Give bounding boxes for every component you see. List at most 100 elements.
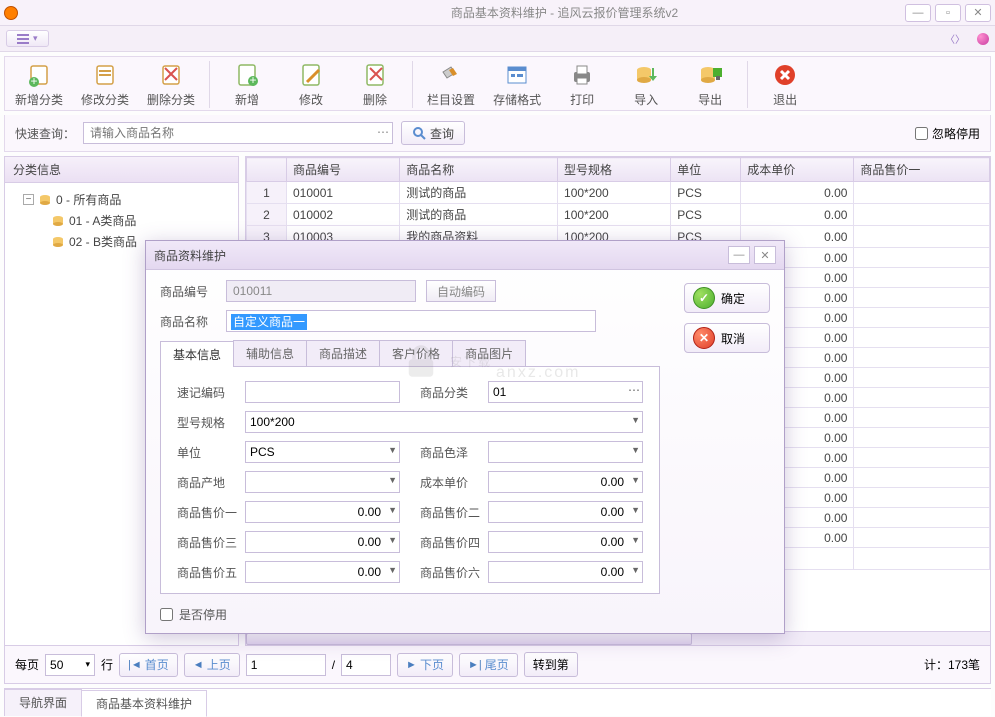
- folder-icon: [51, 236, 65, 248]
- price6-input[interactable]: 0.00▼: [488, 561, 643, 583]
- table-row[interactable]: 2010002测试的商品100*200PCS0.00: [247, 204, 990, 226]
- toolbar-del-cat[interactable]: 删除分类: [147, 61, 195, 108]
- search-lookup-icon[interactable]: ⋯: [377, 125, 389, 139]
- current-page-input[interactable]: [246, 654, 326, 676]
- window-restore[interactable]: ▫: [935, 4, 961, 22]
- ok-icon: ✓: [693, 287, 715, 309]
- tab-nav[interactable]: 导航界面: [4, 689, 82, 716]
- origin-input[interactable]: ▼: [245, 471, 400, 493]
- grid-header[interactable]: 商品名称: [400, 158, 558, 182]
- toolbar-edit-cat[interactable]: 修改分类: [81, 61, 129, 108]
- last-page-button[interactable]: ►|尾页: [459, 653, 518, 677]
- toolbar-print[interactable]: 打印: [559, 61, 605, 108]
- exit-icon: [769, 61, 801, 89]
- grid-header[interactable]: 商品编号: [287, 158, 400, 182]
- perpage-select[interactable]: 50▾: [45, 654, 95, 676]
- ok-button[interactable]: ✓ 确定: [684, 283, 770, 313]
- workspace-tabs: 导航界面 商品基本资料维护: [4, 688, 991, 716]
- dialog-tab-2[interactable]: 商品描述: [306, 340, 380, 366]
- name-label: 商品名称: [160, 313, 216, 330]
- spec-input[interactable]: 100*200▼: [245, 411, 643, 433]
- toolbar-new[interactable]: +新增: [224, 61, 270, 108]
- dropdown-icon[interactable]: ▼: [388, 535, 397, 545]
- dialog-close[interactable]: ✕: [754, 246, 776, 264]
- dropdown-icon[interactable]: ▼: [631, 445, 640, 455]
- toolbar-import[interactable]: 导入: [623, 61, 669, 108]
- lookup-icon[interactable]: ⋯: [628, 383, 640, 397]
- ribbon-expand-icon[interactable]: 〈〉: [941, 31, 969, 46]
- search-icon: [412, 126, 426, 140]
- color-input[interactable]: ▼: [488, 441, 643, 463]
- unit-input[interactable]: PCS▼: [245, 441, 400, 463]
- folder-icon: [38, 194, 52, 206]
- dialog-tab-3[interactable]: 客户价格: [379, 340, 453, 366]
- prev-page-button[interactable]: ◄上页: [184, 653, 240, 677]
- dropdown-icon[interactable]: ▼: [388, 505, 397, 515]
- dropdown-icon[interactable]: ▼: [631, 565, 640, 575]
- svg-text:+: +: [250, 73, 257, 87]
- toolbar-export[interactable]: 导出: [687, 61, 733, 108]
- grid-header[interactable]: 型号规格: [558, 158, 671, 182]
- dropdown-icon[interactable]: ▼: [388, 445, 397, 455]
- dropdown-icon[interactable]: ▼: [631, 535, 640, 545]
- app-favicon: [4, 6, 18, 20]
- svg-text:+: +: [30, 74, 37, 88]
- window-minimize[interactable]: —: [905, 4, 931, 22]
- dropdown-icon[interactable]: ▼: [631, 475, 640, 485]
- price5-input[interactable]: 0.00▼: [245, 561, 400, 583]
- disabled-label: 是否停用: [179, 606, 227, 623]
- window-titlebar: 商品基本资料维护 - 追风云报价管理系统v2 — ▫ ✕: [0, 0, 995, 26]
- sidebar-header: 分类信息: [5, 157, 238, 183]
- tree-item-a[interactable]: 01 - A类商品: [9, 210, 234, 231]
- auto-code-button[interactable]: 自动编码: [426, 280, 496, 302]
- edit-icon: [295, 61, 327, 89]
- quick-code-input[interactable]: [245, 381, 400, 403]
- price2-input[interactable]: 0.00▼: [488, 501, 643, 523]
- goto-page-button[interactable]: 转到第: [524, 652, 578, 677]
- price3-input[interactable]: 0.00▼: [245, 531, 400, 553]
- cancel-button[interactable]: ✕ 取消: [684, 323, 770, 353]
- dropdown-icon[interactable]: ▼: [631, 505, 640, 515]
- name-input[interactable]: 自定义商品一: [226, 310, 596, 332]
- cancel-icon: ✕: [693, 327, 715, 349]
- pager-bar: 每页 50▾ 行 |◄首页 ◄上页 / ►下页 ►|尾页 转到第 计：173笔: [4, 646, 991, 684]
- new-icon: +: [231, 61, 263, 89]
- tree-root[interactable]: − 0 - 所有商品: [9, 189, 234, 210]
- search-label: 快速查询：: [15, 125, 75, 142]
- price1-input[interactable]: 0.00▼: [245, 501, 400, 523]
- table-row[interactable]: 1010001测试的商品100*200PCS0.00: [247, 182, 990, 204]
- dropdown-icon[interactable]: ▼: [388, 475, 397, 485]
- toolbar-exit[interactable]: 退出: [762, 61, 808, 108]
- toolbar-store[interactable]: 存储格式: [493, 61, 541, 108]
- grid-header[interactable]: 单位: [671, 158, 741, 182]
- window-close[interactable]: ✕: [965, 4, 991, 22]
- ignore-disabled-label: 忽略停用: [932, 125, 980, 142]
- toolbar-new-cat[interactable]: +新增分类: [15, 61, 63, 108]
- main-menu-button[interactable]: ▾: [6, 30, 49, 47]
- dialog-tab-1[interactable]: 辅助信息: [233, 340, 307, 366]
- search-button[interactable]: 查询: [401, 121, 465, 145]
- toolbar-col[interactable]: 栏目设置: [427, 61, 475, 108]
- disabled-checkbox[interactable]: [160, 608, 173, 621]
- tree-collapse-icon[interactable]: −: [23, 194, 34, 205]
- tab-product[interactable]: 商品基本资料维护: [81, 690, 207, 717]
- next-page-button[interactable]: ►下页: [397, 653, 453, 677]
- dropdown-icon[interactable]: ▼: [388, 565, 397, 575]
- dropdown-icon[interactable]: ▼: [631, 415, 640, 425]
- grid-header[interactable]: 成本单价: [741, 158, 854, 182]
- quick-search-bar: 快速查询： ⋯ 查询 忽略停用: [4, 115, 991, 152]
- main-toolbar: +新增分类修改分类删除分类 +新增修改删除栏目设置存储格式打印导入导出退出: [4, 56, 991, 111]
- category-input[interactable]: 01⋯: [488, 381, 643, 403]
- price4-input[interactable]: 0.00▼: [488, 531, 643, 553]
- toolbar-edit[interactable]: 修改: [288, 61, 334, 108]
- toolbar-del[interactable]: 删除: [352, 61, 398, 108]
- dialog-tab-0[interactable]: 基本信息: [160, 341, 234, 367]
- ignore-disabled-checkbox[interactable]: [915, 127, 928, 140]
- first-page-button[interactable]: |◄首页: [119, 653, 178, 677]
- search-input[interactable]: [83, 122, 393, 144]
- rows-label: 行: [101, 656, 113, 673]
- dialog-tab-4[interactable]: 商品图片: [452, 340, 526, 366]
- grid-header[interactable]: 商品售价一: [854, 158, 990, 182]
- dialog-minimize[interactable]: —: [728, 246, 750, 264]
- cost-input[interactable]: 0.00▼: [488, 471, 643, 493]
